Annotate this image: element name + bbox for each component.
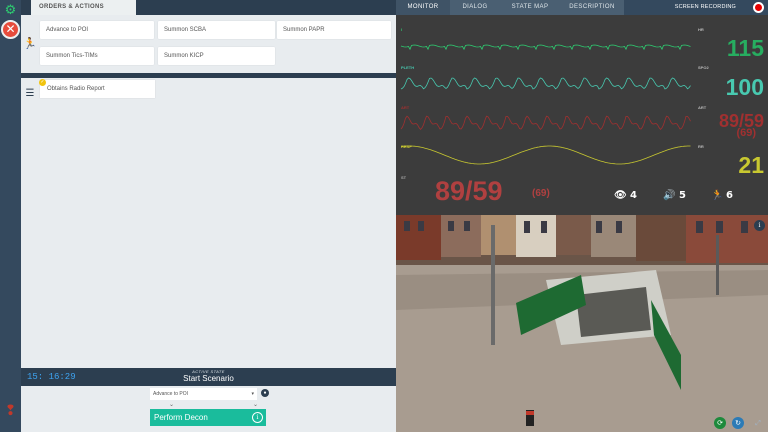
tab-orders-actions[interactable]: ORDERS & ACTIONS — [31, 0, 136, 15]
tab-description[interactable]: DESCRIPTION — [560, 0, 624, 15]
big-map-value: (69) — [532, 188, 550, 199]
report-badge: ✓ — [39, 79, 46, 86]
refresh-icon[interactable]: ⟳ — [714, 417, 726, 429]
views-count: 4 — [630, 190, 637, 201]
perform-decon-button[interactable]: Perform Decon i — [150, 409, 266, 426]
resp-waveform — [400, 145, 691, 165]
big-bp-value: 89/59 — [435, 176, 503, 206]
action-summon-scba[interactable]: Summon SCBA — [158, 21, 275, 39]
chevron-down-icon: ⌄ — [253, 401, 259, 408]
screen-recording-label: SCREEN RECORDING — [674, 4, 736, 10]
record-button[interactable] — [753, 2, 764, 13]
rr-value: 21 — [738, 152, 764, 178]
close-icon[interactable]: ✕ — [1, 20, 20, 39]
moves-count: 6 — [726, 190, 733, 201]
waveform-label-resp: RESP — [401, 144, 412, 149]
expand-icon[interactable]: ⤢ — [752, 417, 764, 429]
footprint-icon[interactable]: ❢ — [3, 404, 18, 419]
running-person-icon: 🏃 — [711, 190, 724, 201]
spo2-value: 100 — [725, 74, 764, 100]
vitals-monitor: I PLETH ART RESP ST HR 115 SPO2 100 ART … — [396, 15, 768, 215]
left-tab-bar: ORDERS & ACTIONS — [21, 0, 396, 15]
waveform-label-st: ST — [401, 175, 407, 180]
rr-label: RR — [698, 144, 704, 149]
eye-icon: 👁 — [614, 190, 627, 201]
app-window: ⚙ ✕ ❢ ORDERS & ACTIONS 🏃 Advance to POI … — [0, 0, 768, 432]
report-obtains-radio-report[interactable]: Obtains Radio Report — [40, 80, 155, 98]
action-summon-kicp[interactable]: Summon KICP — [158, 47, 275, 65]
next-state-select[interactable]: Advance to POI ▾ — [150, 388, 257, 400]
scene-render[interactable] — [396, 215, 768, 432]
art-label: ART — [698, 105, 707, 110]
reports-section: ☰ Obtains Radio Report ✓ — [21, 78, 396, 368]
running-person-icon: 🏃 — [23, 37, 37, 50]
hr-label: HR — [698, 27, 704, 32]
waveform-label-i: I — [401, 27, 403, 32]
info-icon[interactable]: i — [252, 412, 263, 423]
tab-state-map[interactable]: STATE MAP — [500, 0, 560, 15]
scene-view[interactable]: i ⟳ ↻ ⤢ — [396, 215, 768, 432]
chevron-down-icon: ▾ — [251, 391, 254, 397]
speaker-icon: 🔊 — [663, 190, 676, 201]
monitor-panel: MONITOR DIALOG STATE MAP DESCRIPTION SCR… — [396, 0, 768, 432]
hr-value: 115 — [726, 35, 764, 61]
chevron-down-icon: ⌄ — [169, 401, 175, 408]
active-state-bar: 15: 16:29 ACTIVE STATE Start Scenario — [21, 368, 396, 386]
tab-dialog[interactable]: DIALOG — [450, 0, 500, 15]
info-icon[interactable]: i — [754, 220, 765, 231]
perform-decon-label: Perform Decon — [154, 413, 208, 422]
rotate-icon[interactable]: ↻ — [732, 417, 744, 429]
tab-monitor[interactable]: MONITOR — [396, 0, 450, 15]
list-icon: ☰ — [25, 88, 35, 99]
action-advance-to-poi[interactable]: Advance to POI — [40, 21, 154, 39]
orders-panel: ORDERS & ACTIONS 🏃 Advance to POI Summon… — [21, 0, 396, 432]
pleth-waveform — [400, 77, 691, 90]
art-waveform — [400, 115, 691, 131]
sound-count: 5 — [679, 190, 686, 201]
right-tab-bar: MONITOR DIALOG STATE MAP DESCRIPTION SCR… — [396, 0, 768, 15]
gear-icon[interactable]: ⚙ — [3, 3, 18, 18]
active-state-name: Start Scenario — [183, 374, 234, 383]
waveform-label-pleth: PLETH — [401, 65, 415, 70]
action-summon-tics-tims[interactable]: Summon Tics-TIMs — [40, 47, 154, 65]
spo2-label: SPO2 — [698, 65, 709, 70]
waveform-label-art: ART — [401, 105, 410, 110]
lock-icon[interactable]: ● — [261, 389, 269, 397]
ecg-waveform — [400, 44, 691, 51]
actions-section: 🏃 Advance to POI Summon SCBA Summon PAPR… — [21, 15, 396, 73]
action-summon-papr[interactable]: Summon PAPR — [277, 21, 391, 39]
left-rail: ⚙ ✕ ❢ — [0, 0, 21, 432]
transition-area: Advance to POI ▾ ● ⌄ ⌄ Perform Decon i — [21, 386, 396, 432]
next-state-value: Advance to POI — [153, 391, 189, 397]
art-map: (69) — [736, 127, 756, 139]
